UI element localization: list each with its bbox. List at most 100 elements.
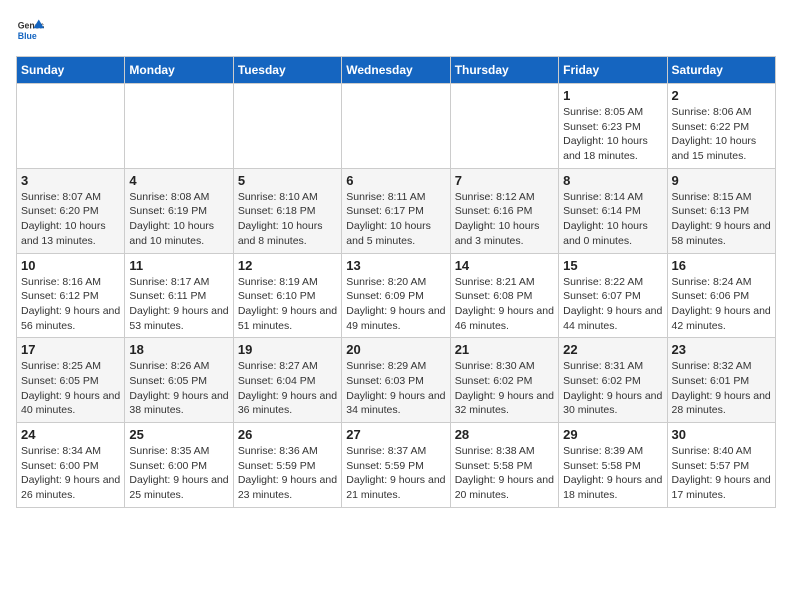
day-info: Sunrise: 8:36 AM Sunset: 5:59 PM Dayligh… bbox=[238, 444, 337, 503]
day-info: Sunrise: 8:17 AM Sunset: 6:11 PM Dayligh… bbox=[129, 275, 228, 334]
day-number: 28 bbox=[455, 427, 554, 442]
calendar-cell: 3 Sunrise: 8:07 AM Sunset: 6:20 PM Daylig… bbox=[17, 168, 125, 253]
day-info: Sunrise: 8:05 AM Sunset: 6:23 PM Dayligh… bbox=[563, 105, 662, 164]
day-info: Sunrise: 8:21 AM Sunset: 6:08 PM Dayligh… bbox=[455, 275, 554, 334]
day-number: 15 bbox=[563, 258, 662, 273]
calendar-cell: 19Sunrise: 8:27 AM Sunset: 6:04 PM Dayli… bbox=[233, 338, 341, 423]
day-info: Sunrise: 8:30 AM Sunset: 6:02 PM Dayligh… bbox=[455, 359, 554, 418]
day-info: Sunrise: 8:06 AM Sunset: 6:22 PM Dayligh… bbox=[672, 105, 771, 164]
day-info: Sunrise: 8:14 AM Sunset: 6:14 PM Dayligh… bbox=[563, 190, 662, 249]
calendar-cell: 14 Sunrise: 8:21 AM Sunset: 6:08 PM Dayli… bbox=[450, 253, 558, 338]
day-number: 30 bbox=[672, 427, 771, 442]
day-info: Sunrise: 8:07 AM Sunset: 6:20 PM Dayligh… bbox=[21, 190, 120, 249]
day-info: Sunrise: 8:34 AM Sunset: 6:00 PM Dayligh… bbox=[21, 444, 120, 503]
calendar-header-tuesday: Tuesday bbox=[233, 57, 341, 84]
calendar-week-5: 24 Sunrise: 8:34 AM Sunset: 6:00 PM Dayli… bbox=[17, 423, 776, 508]
day-info: Sunrise: 8:32 AM Sunset: 6:01 PM Dayligh… bbox=[672, 359, 771, 418]
calendar-cell: 15 Sunrise: 8:22 AM Sunset: 6:07 PM Dayli… bbox=[559, 253, 667, 338]
calendar-cell bbox=[233, 84, 341, 169]
logo: General Blue bbox=[16, 16, 44, 44]
day-info: Sunrise: 8:38 AM Sunset: 5:58 PM Dayligh… bbox=[455, 444, 554, 503]
svg-text:Blue: Blue bbox=[18, 31, 37, 41]
day-info: Sunrise: 8:15 AM Sunset: 6:13 PM Dayligh… bbox=[672, 190, 771, 249]
day-info: Sunrise: 8:35 AM Sunset: 6:00 PM Dayligh… bbox=[129, 444, 228, 503]
calendar-cell: 22Sunrise: 8:31 AM Sunset: 6:02 PM Dayli… bbox=[559, 338, 667, 423]
day-info: Sunrise: 8:08 AM Sunset: 6:19 PM Dayligh… bbox=[129, 190, 228, 249]
day-number: 24 bbox=[21, 427, 120, 442]
day-info: Sunrise: 8:20 AM Sunset: 6:09 PM Dayligh… bbox=[346, 275, 445, 334]
calendar-cell: 8 Sunrise: 8:14 AM Sunset: 6:14 PM Daylig… bbox=[559, 168, 667, 253]
calendar-cell: 9 Sunrise: 8:15 AM Sunset: 6:13 PM Daylig… bbox=[667, 168, 775, 253]
calendar-week-2: 3 Sunrise: 8:07 AM Sunset: 6:20 PM Daylig… bbox=[17, 168, 776, 253]
day-number: 11 bbox=[129, 258, 228, 273]
calendar-header-sunday: Sunday bbox=[17, 57, 125, 84]
calendar-cell: 5 Sunrise: 8:10 AM Sunset: 6:18 PM Daylig… bbox=[233, 168, 341, 253]
calendar-cell: 6 Sunrise: 8:11 AM Sunset: 6:17 PM Daylig… bbox=[342, 168, 450, 253]
calendar-cell: 4 Sunrise: 8:08 AM Sunset: 6:19 PM Daylig… bbox=[125, 168, 233, 253]
day-number: 22 bbox=[563, 342, 662, 357]
day-info: Sunrise: 8:19 AM Sunset: 6:10 PM Dayligh… bbox=[238, 275, 337, 334]
day-number: 2 bbox=[672, 88, 771, 103]
day-info: Sunrise: 8:22 AM Sunset: 6:07 PM Dayligh… bbox=[563, 275, 662, 334]
calendar-cell: 27Sunrise: 8:37 AM Sunset: 5:59 PM Dayli… bbox=[342, 423, 450, 508]
calendar-cell: 16 Sunrise: 8:24 AM Sunset: 6:06 PM Dayli… bbox=[667, 253, 775, 338]
calendar-cell: 20Sunrise: 8:29 AM Sunset: 6:03 PM Dayli… bbox=[342, 338, 450, 423]
day-info: Sunrise: 8:37 AM Sunset: 5:59 PM Dayligh… bbox=[346, 444, 445, 503]
calendar-header-wednesday: Wednesday bbox=[342, 57, 450, 84]
day-number: 4 bbox=[129, 173, 228, 188]
page-header: General Blue bbox=[16, 16, 776, 44]
calendar-cell: 25 Sunrise: 8:35 AM Sunset: 6:00 PM Dayli… bbox=[125, 423, 233, 508]
calendar-cell: 10Sunrise: 8:16 AM Sunset: 6:12 PM Dayli… bbox=[17, 253, 125, 338]
day-info: Sunrise: 8:27 AM Sunset: 6:04 PM Dayligh… bbox=[238, 359, 337, 418]
calendar-cell: 1Sunrise: 8:05 AM Sunset: 6:23 PM Daylig… bbox=[559, 84, 667, 169]
calendar-cell: 24 Sunrise: 8:34 AM Sunset: 6:00 PM Dayli… bbox=[17, 423, 125, 508]
day-number: 9 bbox=[672, 173, 771, 188]
day-info: Sunrise: 8:25 AM Sunset: 6:05 PM Dayligh… bbox=[21, 359, 120, 418]
day-info: Sunrise: 8:39 AM Sunset: 5:58 PM Dayligh… bbox=[563, 444, 662, 503]
logo-icon: General Blue bbox=[16, 16, 44, 44]
day-number: 16 bbox=[672, 258, 771, 273]
day-info: Sunrise: 8:10 AM Sunset: 6:18 PM Dayligh… bbox=[238, 190, 337, 249]
day-number: 5 bbox=[238, 173, 337, 188]
day-info: Sunrise: 8:40 AM Sunset: 5:57 PM Dayligh… bbox=[672, 444, 771, 503]
calendar-cell: 7 Sunrise: 8:12 AM Sunset: 6:16 PM Daylig… bbox=[450, 168, 558, 253]
calendar-table: SundayMondayTuesdayWednesdayThursdayFrid… bbox=[16, 56, 776, 508]
day-number: 6 bbox=[346, 173, 445, 188]
calendar-cell: 26Sunrise: 8:36 AM Sunset: 5:59 PM Dayli… bbox=[233, 423, 341, 508]
day-info: Sunrise: 8:24 AM Sunset: 6:06 PM Dayligh… bbox=[672, 275, 771, 334]
day-info: Sunrise: 8:11 AM Sunset: 6:17 PM Dayligh… bbox=[346, 190, 445, 249]
calendar-week-4: 17 Sunrise: 8:25 AM Sunset: 6:05 PM Dayli… bbox=[17, 338, 776, 423]
day-number: 23 bbox=[672, 342, 771, 357]
calendar-cell bbox=[17, 84, 125, 169]
calendar-cell bbox=[450, 84, 558, 169]
day-info: Sunrise: 8:29 AM Sunset: 6:03 PM Dayligh… bbox=[346, 359, 445, 418]
day-number: 12 bbox=[238, 258, 337, 273]
day-number: 13 bbox=[346, 258, 445, 273]
calendar-week-3: 10Sunrise: 8:16 AM Sunset: 6:12 PM Dayli… bbox=[17, 253, 776, 338]
calendar-cell: 30 Sunrise: 8:40 AM Sunset: 5:57 PM Dayli… bbox=[667, 423, 775, 508]
calendar-cell: 21 Sunrise: 8:30 AM Sunset: 6:02 PM Dayli… bbox=[450, 338, 558, 423]
day-number: 8 bbox=[563, 173, 662, 188]
calendar-cell bbox=[125, 84, 233, 169]
day-number: 17 bbox=[21, 342, 120, 357]
day-info: Sunrise: 8:12 AM Sunset: 6:16 PM Dayligh… bbox=[455, 190, 554, 249]
calendar-header-monday: Monday bbox=[125, 57, 233, 84]
day-number: 18 bbox=[129, 342, 228, 357]
day-number: 14 bbox=[455, 258, 554, 273]
day-number: 3 bbox=[21, 173, 120, 188]
day-number: 7 bbox=[455, 173, 554, 188]
calendar-cell bbox=[342, 84, 450, 169]
calendar-week-1: 1Sunrise: 8:05 AM Sunset: 6:23 PM Daylig… bbox=[17, 84, 776, 169]
calendar-header-thursday: Thursday bbox=[450, 57, 558, 84]
day-number: 25 bbox=[129, 427, 228, 442]
calendar-cell: 28 Sunrise: 8:38 AM Sunset: 5:58 PM Dayli… bbox=[450, 423, 558, 508]
calendar-cell: 11 Sunrise: 8:17 AM Sunset: 6:11 PM Dayli… bbox=[125, 253, 233, 338]
day-number: 21 bbox=[455, 342, 554, 357]
calendar-header-saturday: Saturday bbox=[667, 57, 775, 84]
calendar-cell: 13 Sunrise: 8:20 AM Sunset: 6:09 PM Dayli… bbox=[342, 253, 450, 338]
day-info: Sunrise: 8:16 AM Sunset: 6:12 PM Dayligh… bbox=[21, 275, 120, 334]
calendar-cell: 2 Sunrise: 8:06 AM Sunset: 6:22 PM Daylig… bbox=[667, 84, 775, 169]
calendar-cell: 29Sunrise: 8:39 AM Sunset: 5:58 PM Dayli… bbox=[559, 423, 667, 508]
calendar-header-friday: Friday bbox=[559, 57, 667, 84]
calendar-cell: 23 Sunrise: 8:32 AM Sunset: 6:01 PM Dayli… bbox=[667, 338, 775, 423]
